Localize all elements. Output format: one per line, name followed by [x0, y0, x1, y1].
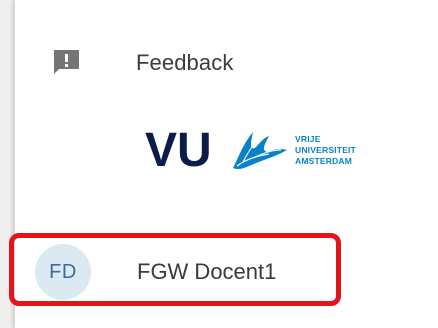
user-menu-item[interactable]: FD FGW Docent1: [15, 235, 438, 309]
feedback-menu-item[interactable]: Feedback: [15, 36, 438, 92]
avatar-initials: FD: [49, 260, 77, 283]
feedback-label: Feedback: [136, 50, 234, 75]
logo-line-3: AMSTERDAM: [295, 156, 352, 166]
logo-line-1: VRIJE: [295, 134, 321, 144]
menu-panel: Feedback VU VRIJE UNIVERSITEIT AMSTERDAM…: [14, 0, 438, 328]
user-name: FGW Docent1: [137, 259, 277, 284]
griffin-emblem: [233, 132, 287, 170]
vu-amsterdam-logo: VU VRIJE UNIVERSITEIT AMSTERDAM: [145, 124, 357, 177]
logo-line-2: UNIVERSITEIT: [295, 145, 357, 155]
logo-mark: VU: [145, 124, 212, 177]
user-avatar: FD: [35, 244, 91, 300]
feedback-icon: [54, 50, 79, 74]
